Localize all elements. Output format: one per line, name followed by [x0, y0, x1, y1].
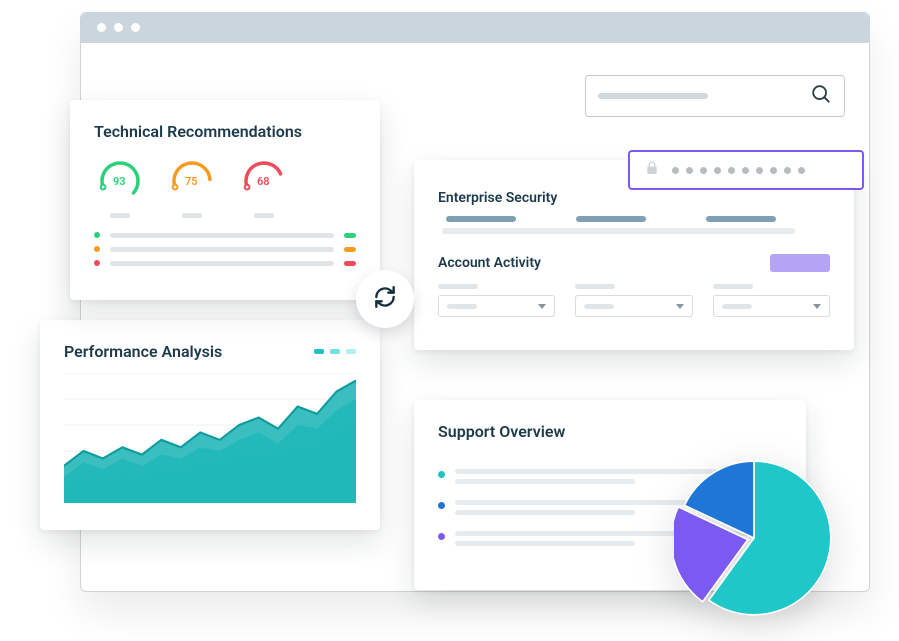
section-title: Enterprise Security	[438, 190, 830, 206]
chart-legend	[314, 349, 356, 354]
refresh-icon	[372, 284, 398, 314]
table-row	[442, 228, 795, 234]
search-icon[interactable]	[810, 83, 832, 109]
card-technical-recommendations: Technical Recommendations 93 75 68	[70, 100, 380, 300]
chevron-down-icon	[676, 304, 684, 309]
pie-chart	[674, 458, 834, 618]
list-item	[94, 232, 356, 238]
card-title: Support Overview	[438, 422, 782, 441]
search-placeholder-bar	[598, 93, 708, 99]
recommendation-list	[94, 232, 356, 266]
filter-dropdown[interactable]	[575, 295, 692, 317]
gauge-row: 93 75 68	[94, 159, 356, 218]
card-support-overview: Support Overview	[414, 400, 806, 590]
gauge: 75	[170, 159, 214, 218]
gauge-value: 93	[113, 175, 126, 188]
password-mask	[672, 167, 805, 174]
filter-dropdown[interactable]	[713, 295, 830, 317]
card-title: Performance Analysis	[64, 342, 222, 361]
table-header	[438, 216, 830, 222]
lock-icon	[644, 160, 660, 180]
gauge-value: 75	[185, 175, 198, 188]
search-input[interactable]	[585, 75, 845, 117]
browser-title-bar	[81, 13, 869, 43]
list-item	[94, 260, 356, 266]
section-title: Account Activity	[438, 255, 541, 271]
activity-action-button[interactable]	[770, 254, 830, 272]
filter-row	[438, 284, 830, 317]
window-control-dot[interactable]	[114, 23, 123, 32]
filter-dropdown[interactable]	[438, 295, 555, 317]
gauge-value: 68	[257, 175, 270, 188]
sync-button[interactable]	[356, 270, 414, 328]
card-performance-analysis: Performance Analysis	[40, 320, 380, 530]
card-title: Technical Recommendations	[94, 122, 356, 141]
window-control-dot[interactable]	[131, 23, 140, 32]
window-control-dot[interactable]	[97, 23, 106, 32]
password-field[interactable]	[628, 150, 864, 190]
list-item	[94, 246, 356, 252]
chevron-down-icon	[538, 304, 546, 309]
chevron-down-icon	[813, 304, 821, 309]
gauge: 68	[242, 159, 286, 218]
gauge: 93	[98, 159, 142, 218]
area-chart	[64, 373, 356, 503]
